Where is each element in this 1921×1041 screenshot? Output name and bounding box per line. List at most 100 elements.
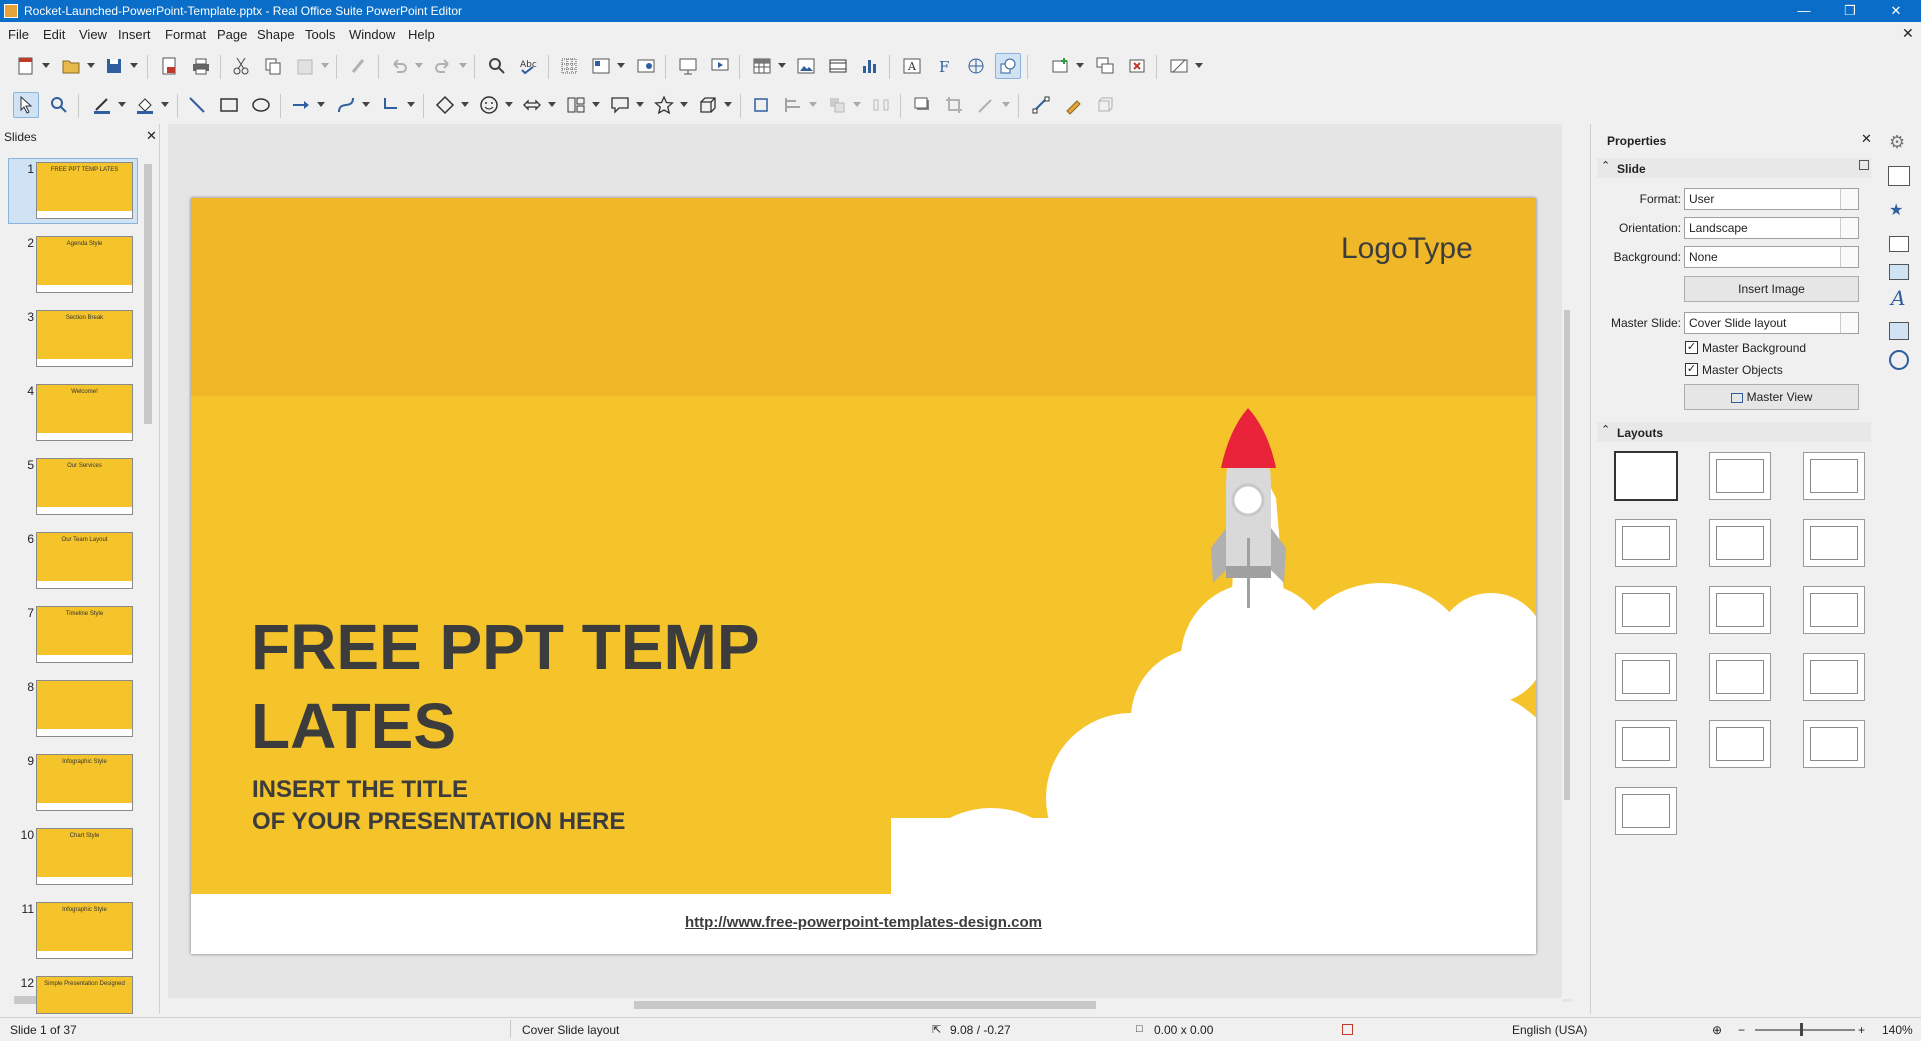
chevron-down-icon[interactable] <box>1002 95 1010 115</box>
table-icon[interactable] <box>749 53 775 79</box>
layout-option[interactable] <box>1803 519 1865 567</box>
callout-icon[interactable] <box>607 92 633 118</box>
chevron-down-icon[interactable] <box>459 56 467 76</box>
slide-thumbnail[interactable]: FREE PPT TEMP LATES <box>36 162 133 219</box>
3d-objects-icon[interactable] <box>695 92 721 118</box>
chevron-down-icon[interactable] <box>680 95 688 115</box>
settings-gear-icon[interactable]: ⚙ <box>1889 132 1905 153</box>
master-objects-checkbox[interactable]: ✓ <box>1685 363 1698 376</box>
layout-option[interactable] <box>1615 720 1677 768</box>
slide-thumbnail[interactable]: Chart Style <box>36 828 133 885</box>
slide-thumbnail[interactable]: Simple Presentation Designed <box>36 976 133 1014</box>
open-folder-icon[interactable] <box>58 53 84 79</box>
spelling-icon[interactable]: Abc <box>516 53 542 79</box>
chevron-down-icon[interactable] <box>724 95 732 115</box>
undo-icon[interactable] <box>386 53 412 79</box>
properties-deck-icon[interactable] <box>1888 166 1910 186</box>
slide-thumbnail[interactable]: Agenda Style <box>36 236 133 293</box>
chevron-down-icon[interactable] <box>1840 313 1858 333</box>
hyperlink-icon[interactable] <box>963 53 989 79</box>
layout-option[interactable] <box>1803 452 1865 500</box>
rectangle-tool-icon[interactable] <box>216 92 242 118</box>
orientation-select[interactable]: Landscape <box>1684 217 1859 239</box>
align-objects-icon[interactable] <box>780 92 806 118</box>
slide-thumbnail[interactable] <box>36 680 133 737</box>
canvas-hscrollbar[interactable] <box>168 998 1562 1012</box>
slide-thumbnail[interactable]: Infographic Style <box>36 902 133 959</box>
slide-subtitle[interactable]: INSERT THE TITLE OF YOUR PRESENTATION HE… <box>252 774 625 838</box>
fill-color-icon[interactable] <box>132 92 158 118</box>
chevron-down-icon[interactable] <box>636 95 644 115</box>
find-replace-icon[interactable] <box>484 53 510 79</box>
menu-shape[interactable]: Shape <box>257 27 295 42</box>
export-pdf-icon[interactable] <box>156 53 182 79</box>
animation-icon[interactable] <box>1889 236 1909 252</box>
layout-option[interactable] <box>1709 452 1771 500</box>
crop-icon[interactable] <box>941 92 967 118</box>
menu-format[interactable]: Format <box>165 27 206 42</box>
insert-media-icon[interactable] <box>825 53 851 79</box>
block-arrows-icon[interactable] <box>519 92 545 118</box>
layout-option[interactable] <box>1709 586 1771 634</box>
chevron-down-icon[interactable] <box>118 95 126 115</box>
language-status[interactable]: English (USA) <box>1512 1023 1587 1037</box>
slide-url[interactable]: http://www.free-powerpoint-templates-des… <box>191 914 1536 931</box>
chevron-down-icon[interactable] <box>1840 247 1858 267</box>
chevron-down-icon[interactable] <box>130 56 138 76</box>
chevron-down-icon[interactable] <box>407 95 415 115</box>
paste-icon[interactable] <box>292 53 318 79</box>
chevron-down-icon[interactable] <box>778 56 786 76</box>
layout-option[interactable] <box>1803 653 1865 701</box>
slide-layout-icon[interactable] <box>1166 53 1192 79</box>
menu-file[interactable]: File <box>8 27 29 42</box>
ellipse-tool-icon[interactable] <box>248 92 274 118</box>
collapse-icon[interactable]: ⌃ <box>1601 423 1610 436</box>
start-slideshow-icon[interactable] <box>675 53 701 79</box>
more-options-icon[interactable] <box>1859 160 1869 170</box>
new-slide-icon[interactable] <box>1047 53 1073 79</box>
collapse-icon[interactable]: ⌃ <box>1601 159 1610 172</box>
menu-tools[interactable]: Tools <box>305 27 335 42</box>
chevron-down-icon[interactable] <box>1840 189 1858 209</box>
master-slide-select[interactable]: Cover Slide layout <box>1684 312 1859 334</box>
text-box-icon[interactable]: A <box>899 53 925 79</box>
line-color-icon[interactable] <box>89 92 115 118</box>
slides-scrollbar[interactable] <box>142 152 154 987</box>
slide-transition-icon[interactable]: ★ <box>1889 200 1903 220</box>
delete-slide-icon[interactable] <box>1124 53 1150 79</box>
navigator-icon[interactable] <box>1889 350 1909 370</box>
logo-text[interactable]: LogoType <box>1341 232 1473 266</box>
slide-title[interactable]: FREE PPT TEMP LATES <box>251 608 760 766</box>
chevron-down-icon[interactable] <box>809 95 817 115</box>
scrollbar-thumb[interactable] <box>1564 310 1570 800</box>
chevron-down-icon[interactable] <box>592 95 600 115</box>
points-edit-icon[interactable] <box>1028 92 1054 118</box>
layout-option[interactable] <box>1803 720 1865 768</box>
grid-icon[interactable] <box>556 53 582 79</box>
close-window-icon[interactable]: ✕ <box>1873 0 1919 22</box>
chevron-down-icon[interactable] <box>415 56 423 76</box>
zoom-slider-thumb[interactable] <box>1800 1023 1803 1036</box>
zoom-out-icon[interactable]: − <box>1738 1023 1745 1037</box>
shadow-icon[interactable] <box>909 92 935 118</box>
slide-thumbnail[interactable]: Infographic Style <box>36 754 133 811</box>
lines-arrows-icon[interactable] <box>288 92 314 118</box>
clone-formatting-icon[interactable] <box>346 53 372 79</box>
slideshow-from-current-icon[interactable] <box>707 53 733 79</box>
flowchart-icon[interactable] <box>563 92 589 118</box>
maximize-icon[interactable]: ❐ <box>1827 0 1873 22</box>
basic-shapes-icon[interactable] <box>432 92 458 118</box>
slide-thumbnail[interactable]: Section Break <box>36 310 133 367</box>
chevron-down-icon[interactable] <box>317 95 325 115</box>
chevron-down-icon[interactable] <box>87 56 95 76</box>
slide-thumbnail[interactable]: Welcome! <box>36 384 133 441</box>
fit-slide-icon[interactable]: ⊕ <box>1712 1023 1722 1037</box>
styles-icon[interactable]: A <box>1891 286 1905 310</box>
close-pane-icon[interactable]: ✕ <box>146 128 157 144</box>
layout-option[interactable] <box>1709 720 1771 768</box>
zoom-in-icon[interactable]: + <box>1858 1023 1865 1037</box>
layout-option[interactable] <box>1615 653 1677 701</box>
symbol-shapes-icon[interactable] <box>476 92 502 118</box>
layout-option[interactable] <box>1709 519 1771 567</box>
background-select[interactable]: None <box>1684 246 1859 268</box>
